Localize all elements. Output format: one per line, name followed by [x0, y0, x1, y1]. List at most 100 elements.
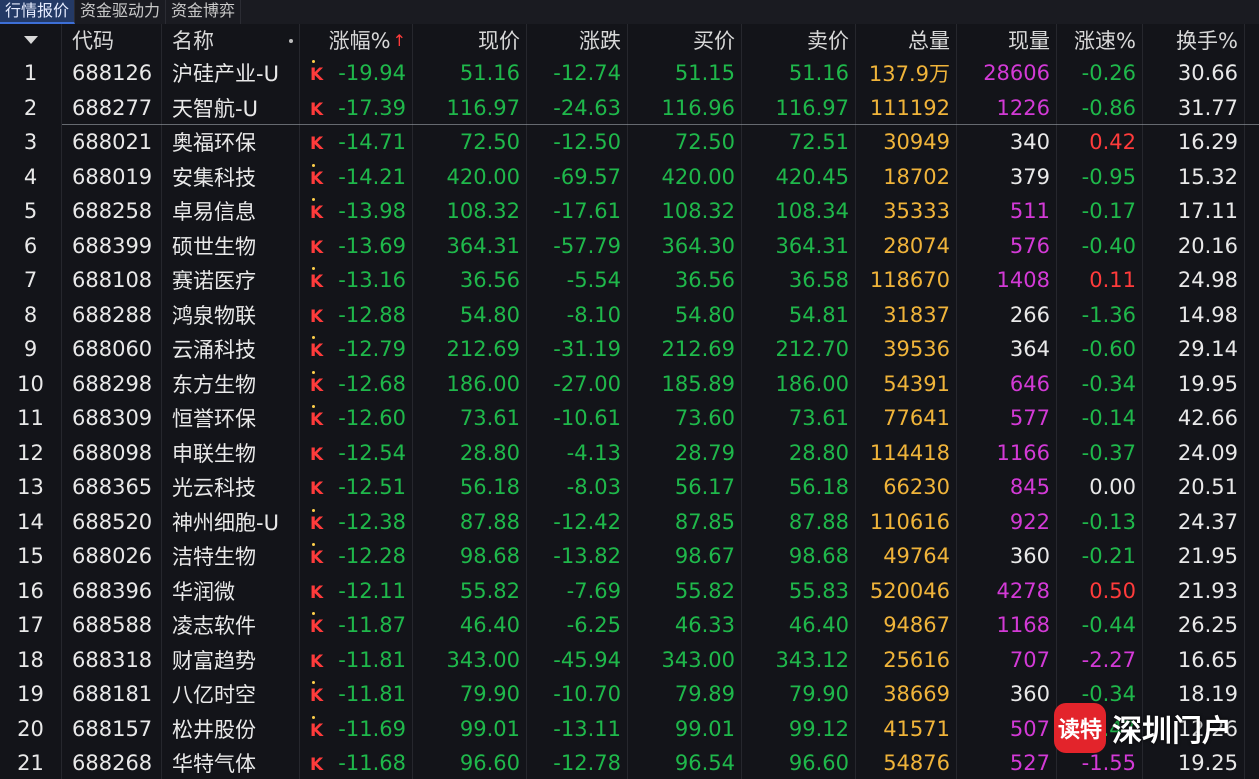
- stock-code: 688365: [62, 470, 162, 505]
- row-number: 14: [0, 504, 62, 539]
- current-volume: 576: [957, 228, 1057, 263]
- kline-icon[interactable]: K: [310, 755, 323, 775]
- stock-code: 688399: [62, 228, 162, 263]
- table-row[interactable]: 10 688298 东方生物 K -12.68 186.00 -27.00 185.89 186…: [0, 366, 1259, 401]
- current-price: 87.88: [413, 504, 527, 539]
- header-speed[interactable]: 涨速%: [1057, 24, 1143, 56]
- row-number: 7: [0, 263, 62, 298]
- kline-icon[interactable]: K: [310, 341, 323, 361]
- rise-speed: -0.60: [1057, 332, 1143, 367]
- kline-dot-icon: [312, 163, 315, 167]
- table-row[interactable]: 14 688520 神州细胞-U K -12.38 87.88 -12.42 87.85 87.…: [0, 504, 1259, 539]
- row-number: 8: [0, 297, 62, 332]
- kline-icon[interactable]: K: [310, 238, 323, 258]
- kline-icon[interactable]: K: [310, 686, 323, 706]
- total-volume: 118670: [856, 263, 957, 298]
- change-percent-value: -14.71: [338, 130, 406, 155]
- current-volume: 511: [957, 194, 1057, 229]
- kline-icon[interactable]: K: [310, 479, 323, 499]
- menu-toggle[interactable]: [0, 24, 62, 56]
- table-row[interactable]: 1 688126 沪硅产业-U K -19.94 51.16 -12.74 51.15 51.1…: [0, 56, 1259, 91]
- tab-quotes[interactable]: 行情报价: [0, 0, 76, 24]
- kline-icon[interactable]: K: [310, 583, 323, 603]
- tab-capital-game[interactable]: 资金博弈: [166, 0, 242, 24]
- kline-icon[interactable]: K: [310, 100, 323, 120]
- kline-icon[interactable]: K: [310, 272, 323, 292]
- stock-code: 688021: [62, 125, 162, 160]
- header-change[interactable]: 涨跌: [527, 24, 628, 56]
- current-volume: 360: [957, 539, 1057, 574]
- header-code[interactable]: 代码: [62, 24, 162, 56]
- stock-code: 688157: [62, 711, 162, 746]
- current-price: 99.01: [413, 711, 527, 746]
- price-change: -12.50: [527, 125, 628, 160]
- header-volume[interactable]: 总量: [856, 24, 957, 56]
- table-row[interactable]: 6 688399 硕世生物 K -13.69 364.31 -57.79 364.30 364.…: [0, 228, 1259, 263]
- kline-icon[interactable]: K: [310, 134, 323, 154]
- kline-icon[interactable]: K: [310, 617, 323, 637]
- total-volume: 49764: [856, 539, 957, 574]
- table-row[interactable]: 5 688258 卓易信息 K -13.98 108.32 -17.61 108.32 108.…: [0, 194, 1259, 229]
- change-percent: K -17.39: [300, 90, 413, 125]
- total-volume: 54391: [856, 366, 957, 401]
- header-name[interactable]: 名称: [162, 24, 300, 56]
- change-percent-value: -12.88: [338, 302, 406, 327]
- table-row[interactable]: 9 688060 云涌科技 K -12.79 212.69 -31.19 212.69 212.…: [0, 332, 1259, 367]
- table-row[interactable]: 18 688318 财富趋势 K -11.81 343.00 -45.94 343.00 343…: [0, 642, 1259, 677]
- table-row[interactable]: 8 688288 鸿泉物联 K -12.88 54.80 -8.10 54.80 54.81 31…: [0, 297, 1259, 332]
- stock-name: 赛诺医疗: [162, 263, 300, 298]
- header-turnover[interactable]: 换手%: [1143, 24, 1245, 56]
- price-change: -45.94: [527, 642, 628, 677]
- bid-price: 36.56: [628, 263, 742, 298]
- header-bid[interactable]: 买价: [628, 24, 742, 56]
- kline-icon[interactable]: K: [310, 410, 323, 430]
- stock-name: 华特气体: [162, 746, 300, 779]
- table-row[interactable]: 12 688098 申联生物 K -12.54 28.80 -4.13 28.79 28.80 1…: [0, 435, 1259, 470]
- rise-speed: 0.42: [1057, 125, 1143, 160]
- sort-dot-icon: [289, 39, 293, 43]
- table-row[interactable]: 7 688108 赛诺医疗 K -13.16 36.56 -5.54 36.56 36.58 11…: [0, 263, 1259, 298]
- table-row[interactable]: 2 688277 天智航-U K -17.39 116.97 -24.63 116.96 116…: [0, 90, 1259, 125]
- header-price[interactable]: 现价: [413, 24, 527, 56]
- row-number: 3: [0, 125, 62, 160]
- stock-code: 688318: [62, 642, 162, 677]
- kline-icon[interactable]: K: [310, 65, 323, 85]
- kline-icon[interactable]: K: [310, 721, 323, 741]
- rise-speed: -1.36: [1057, 297, 1143, 332]
- rise-speed: -0.44: [1057, 608, 1143, 643]
- current-price: 186.00: [413, 366, 527, 401]
- stock-name: 奥福环保: [162, 125, 300, 160]
- kline-icon[interactable]: K: [310, 548, 323, 568]
- kline-icon[interactable]: K: [310, 203, 323, 223]
- kline-icon[interactable]: K: [310, 169, 323, 189]
- kline-icon[interactable]: K: [310, 514, 323, 534]
- header-ask[interactable]: 卖价: [742, 24, 856, 56]
- current-volume: 364: [957, 332, 1057, 367]
- row-divider: [62, 124, 1259, 125]
- change-percent-value: -12.79: [338, 337, 406, 362]
- turnover-rate: 29.14: [1143, 332, 1245, 367]
- ask-price: 343.12: [742, 642, 856, 677]
- kline-icon[interactable]: K: [310, 376, 323, 396]
- table-row[interactable]: 11 688309 恒誉环保 K -12.60 73.61 -10.61 73.60 73.61…: [0, 401, 1259, 436]
- price-change: -5.54: [527, 263, 628, 298]
- table-row[interactable]: 15 688026 洁特生物 K -12.28 98.68 -13.82 98.67 98.68…: [0, 539, 1259, 574]
- rise-speed: -0.17: [1057, 194, 1143, 229]
- row-number: 10: [0, 366, 62, 401]
- table-row[interactable]: 13 688365 光云科技 K -12.51 56.18 -8.03 56.17 56.18 6…: [0, 470, 1259, 505]
- table-row[interactable]: 17 688588 凌志软件 K -11.87 46.40 -6.25 46.33 46.40 9…: [0, 608, 1259, 643]
- kline-icon[interactable]: K: [310, 445, 323, 465]
- table-row[interactable]: 4 688019 安集科技 K -14.21 420.00 -69.57 420.00 420.…: [0, 159, 1259, 194]
- header-pct[interactable]: 涨幅% ↑: [300, 24, 413, 56]
- kline-icon[interactable]: K: [310, 652, 323, 672]
- stock-quote-window: 行情报价 资金驱动力 资金博弈 代码 名称 涨幅% ↑ 现价 涨跌 买价 卖价 …: [0, 0, 1259, 779]
- table-row[interactable]: 16 688396 华润微 K -12.11 55.82 -7.69 55.82 55.83 52…: [0, 573, 1259, 608]
- table-row[interactable]: 3 688021 奥福环保 K -14.71 72.50 -12.50 72.50 72.51 3…: [0, 125, 1259, 160]
- header-current-volume[interactable]: 现量: [957, 24, 1057, 56]
- current-price: 420.00: [413, 159, 527, 194]
- kline-icon[interactable]: K: [310, 307, 323, 327]
- tab-capital-drive[interactable]: 资金驱动力: [75, 0, 167, 24]
- change-percent: K -12.68: [300, 366, 413, 401]
- current-volume: 845: [957, 470, 1057, 505]
- turnover-rate: 26.25: [1143, 608, 1245, 643]
